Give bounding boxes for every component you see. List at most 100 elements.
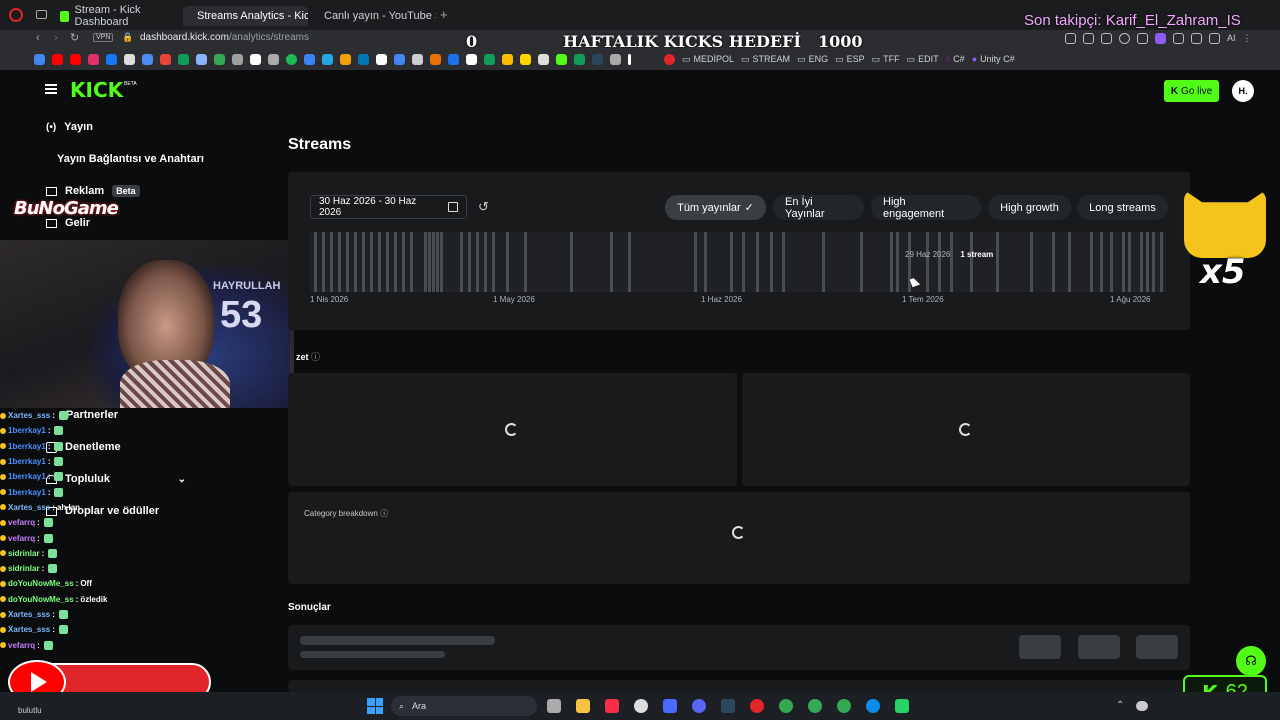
bookmark-icon[interactable]	[574, 53, 585, 65]
app-icon[interactable]	[663, 699, 677, 713]
bookmark-icon[interactable]	[232, 53, 243, 65]
chrome-icon[interactable]	[837, 699, 851, 713]
camera-icon[interactable]	[1137, 33, 1148, 44]
bookmark-icon[interactable]	[430, 53, 441, 65]
bookmark-icon[interactable]	[250, 53, 261, 65]
timeline-stream-bar[interactable]	[346, 232, 349, 292]
timeline-stream-bar[interactable]	[1122, 232, 1125, 292]
timeline-stream-bar[interactable]	[524, 232, 527, 292]
ai-button[interactable]: AI	[1227, 33, 1236, 44]
timeline-stream-bar[interactable]	[468, 232, 471, 292]
chrome-icon[interactable]	[808, 699, 822, 713]
play-icon[interactable]	[1119, 33, 1130, 44]
opera-icon[interactable]	[9, 8, 23, 22]
workspace-icon[interactable]	[36, 10, 47, 19]
bookmark-icon[interactable]	[538, 53, 549, 65]
translate-icon[interactable]	[1155, 33, 1166, 44]
bookmark-csharp[interactable]: ♯ C#	[946, 54, 965, 64]
timeline-stream-bar[interactable]	[386, 232, 389, 292]
bookmark-icon[interactable]	[340, 53, 351, 65]
whatsapp-icon[interactable]	[895, 699, 909, 713]
sidebar-item-stream-key[interactable]: Yayın Bağlantısı ve Anahtarı	[57, 153, 204, 165]
timeline-stream-bar[interactable]	[370, 232, 373, 292]
chrome-icon[interactable]	[779, 699, 793, 713]
discord-icon[interactable]	[692, 699, 706, 713]
hamburger-menu-icon[interactable]	[45, 84, 57, 94]
info-icon[interactable]: ⓘ	[311, 352, 320, 362]
timeline-stream-bar[interactable]	[506, 232, 509, 292]
bookmark-icon[interactable]	[502, 53, 513, 65]
bookmark-folder-medipol[interactable]: ▭ MEDİPOL	[682, 54, 734, 65]
cloud-icon[interactable]	[1136, 701, 1148, 711]
info-icon[interactable]: ⓘ	[380, 509, 388, 518]
timeline-stream-bar[interactable]	[330, 232, 333, 292]
instagram-bookmark-icon[interactable]	[88, 53, 99, 65]
timeline-stream-bar[interactable]	[460, 232, 463, 292]
forward-icon[interactable]: ›	[54, 32, 58, 44]
timeline-stream-bar[interactable]	[926, 232, 929, 292]
filter-top-streams[interactable]: En İyi Yayınlar	[773, 195, 864, 220]
taskbar-search[interactable]: ⌕ Ara	[391, 696, 537, 716]
reset-icon[interactable]: ↺	[478, 199, 489, 215]
timeline-stream-bar[interactable]	[428, 232, 431, 292]
bookmark-icon[interactable]	[376, 53, 387, 65]
docs-bookmark-icon[interactable]	[142, 53, 153, 65]
windows-start-icon[interactable]	[367, 698, 383, 714]
edge-icon[interactable]	[866, 699, 880, 713]
new-tab-icon[interactable]: +	[440, 7, 448, 22]
extension-icon[interactable]	[1101, 33, 1112, 44]
timeline-stream-bar[interactable]	[1030, 232, 1033, 292]
tab-streams-analytics[interactable]: Streams Analytics - Kick D	[183, 6, 308, 26]
timeline-stream-bar[interactable]	[1128, 232, 1131, 292]
back-icon[interactable]: ‹	[36, 32, 40, 44]
pin-icon[interactable]	[1065, 33, 1076, 44]
timeline-stream-bar[interactable]	[338, 232, 341, 292]
bookmark-icon[interactable]	[484, 53, 495, 65]
timeline-stream-bar[interactable]	[730, 232, 733, 292]
kick-logo[interactable]: KICK	[70, 78, 123, 102]
filter-long-streams[interactable]: Long streams	[1077, 195, 1168, 220]
timeline-stream-bar[interactable]	[628, 232, 631, 292]
timeline-stream-bar[interactable]	[860, 232, 863, 292]
timeline-stream-bar[interactable]	[694, 232, 697, 292]
timeline-stream-bar[interactable]	[394, 232, 397, 292]
steam-bookmark-icon[interactable]	[592, 53, 603, 65]
timeline-stream-bar[interactable]	[436, 232, 439, 292]
url-field[interactable]: dashboard.kick.com/analytics/streams	[140, 32, 309, 43]
timeline-stream-bar[interactable]	[890, 232, 893, 292]
go-live-button[interactable]: K Go live	[1164, 80, 1219, 102]
bookmark-icon[interactable]	[304, 53, 315, 65]
reload-icon[interactable]: ↻	[70, 31, 79, 44]
music-icon[interactable]	[605, 699, 619, 713]
bookmark-icon[interactable]	[664, 53, 675, 65]
timeline-stream-bar[interactable]	[484, 232, 487, 292]
stream-timeline[interactable]	[310, 232, 1166, 292]
menu-icon[interactable]	[1209, 33, 1220, 44]
sidebar-item-yayin[interactable]: (•) Yayın	[46, 121, 93, 133]
facebook-bookmark-icon[interactable]	[106, 53, 117, 65]
maps-bookmark-icon[interactable]	[214, 53, 225, 65]
timeline-stream-bar[interactable]	[742, 232, 745, 292]
tab-stream-dashboard[interactable]: Stream - Kick Dashboard	[52, 4, 178, 28]
timeline-stream-bar[interactable]	[610, 232, 613, 292]
timeline-stream-bar[interactable]	[1100, 232, 1103, 292]
timeline-stream-bar[interactable]	[1068, 232, 1071, 292]
timeline-stream-bar[interactable]	[822, 232, 825, 292]
timeline-stream-bar[interactable]	[1160, 232, 1163, 292]
filter-all-streams[interactable]: Tüm yayınlar ✓	[665, 195, 766, 220]
timeline-stream-bar[interactable]	[362, 232, 365, 292]
tray-chevron-icon[interactable]: ⌃	[1116, 700, 1124, 711]
timeline-stream-bar[interactable]	[704, 232, 707, 292]
avatar[interactable]: H.	[1232, 80, 1254, 102]
file-explorer-icon[interactable]	[576, 699, 590, 713]
timeline-stream-bar[interactable]	[996, 232, 999, 292]
bookmark-icon[interactable]	[628, 53, 631, 65]
kick-bookmark-icon[interactable]	[556, 53, 567, 65]
sidebar-item-reklam[interactable]: Reklam Beta	[46, 185, 140, 197]
date-range-picker[interactable]: 30 Haz 2026 - 30 Haz 2026	[310, 195, 467, 219]
screenshot-icon[interactable]	[1083, 33, 1094, 44]
spotify-bookmark-icon[interactable]	[286, 53, 297, 65]
gemini-bookmark-icon[interactable]	[196, 53, 207, 65]
timeline-stream-bar[interactable]	[440, 232, 443, 292]
bookmark-icon[interactable]	[448, 53, 459, 65]
